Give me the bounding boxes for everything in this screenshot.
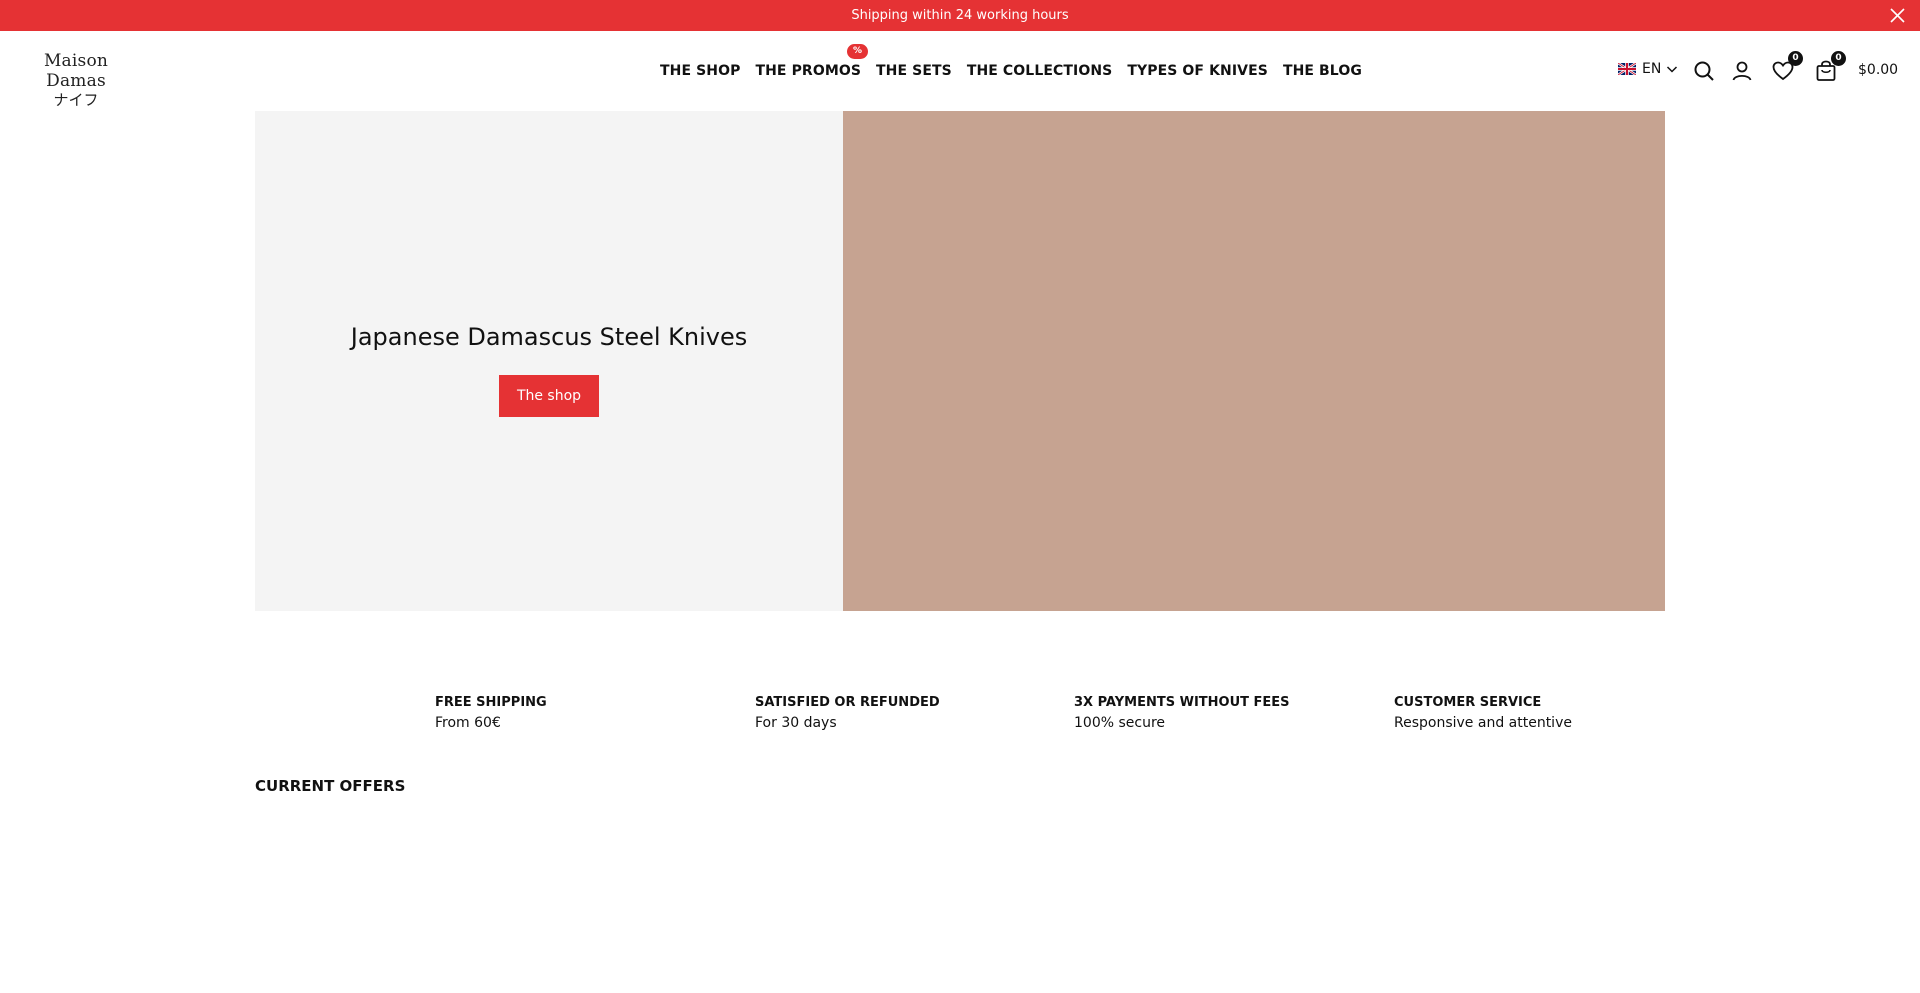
main-nav: THE SHOP THE PROMOS % THE SETS THE COLLE… <box>660 31 1362 111</box>
feature-payments: 3X PAYMENTS WITHOUT FEES 100% secure <box>1074 695 1290 732</box>
nav-item-sets[interactable]: THE SETS <box>876 63 952 79</box>
language-label: EN <box>1642 61 1662 77</box>
feature-title: CUSTOMER SERVICE <box>1394 695 1542 710</box>
feature-title: FREE SHIPPING <box>435 695 547 710</box>
feature-customer-service: CUSTOMER SERVICE Responsive and attentiv… <box>1394 695 1572 732</box>
feature-subtitle: Responsive and attentive <box>1394 715 1572 731</box>
cart-total[interactable]: $0.00 <box>1858 62 1898 78</box>
logo-text: Maison Damas <box>43 51 109 91</box>
nav-item-types-of-knives[interactable]: TYPES OF KNIVES <box>1127 63 1268 79</box>
feature-subtitle: 100% secure <box>1074 715 1166 731</box>
announcement-bar: Shipping within 24 working hours <box>0 0 1920 31</box>
uk-flag-icon <box>1618 63 1636 75</box>
close-icon[interactable] <box>1889 7 1906 24</box>
cart-button[interactable]: 0 <box>1814 51 1846 83</box>
hero-text-panel: Japanese Damascus Steel Knives The shop <box>255 111 843 611</box>
feature-free-shipping: FREE SHIPPING From 60€ <box>435 695 547 732</box>
feature-title: 3X PAYMENTS WITHOUT FEES <box>1074 695 1290 710</box>
feature-title: SATISFIED OR REFUNDED <box>755 695 940 710</box>
wishlist-count-badge: 0 <box>1788 51 1803 66</box>
feature-refund: SATISFIED OR REFUNDED For 30 days <box>755 695 940 732</box>
feature-subtitle: For 30 days <box>755 715 837 731</box>
nav-item-blog[interactable]: THE BLOG <box>1283 63 1362 79</box>
feature-subtitle: From 60€ <box>435 715 501 731</box>
account-icon[interactable] <box>1730 59 1754 83</box>
nav-item-promos[interactable]: THE PROMOS % <box>755 44 869 79</box>
logo-subtext: ナイフ <box>53 91 99 109</box>
cart-count-badge: 0 <box>1831 51 1846 66</box>
search-icon[interactable] <box>1692 59 1716 83</box>
language-selector[interactable]: EN <box>1618 61 1678 77</box>
nav-item-label: THE PROMOS <box>755 63 862 79</box>
announcement-text: Shipping within 24 working hours <box>851 8 1069 23</box>
chevron-down-icon <box>1667 66 1678 73</box>
wishlist-button[interactable]: 0 <box>1771 51 1803 83</box>
nav-item-shop[interactable]: THE SHOP <box>660 63 740 79</box>
site-header: Maison Damas ナイフ THE SHOP THE PROMOS % T… <box>0 31 1920 111</box>
promo-badge: % <box>847 44 869 59</box>
hero-title: Japanese Damascus Steel Knives <box>350 323 748 351</box>
nav-item-collections[interactable]: THE COLLECTIONS <box>967 63 1113 79</box>
logo[interactable]: Maison Damas ナイフ <box>15 51 137 109</box>
current-offers-heading: CURRENT OFFERS <box>255 777 406 795</box>
shop-button[interactable]: The shop <box>499 375 599 417</box>
hero-image <box>843 111 1665 611</box>
